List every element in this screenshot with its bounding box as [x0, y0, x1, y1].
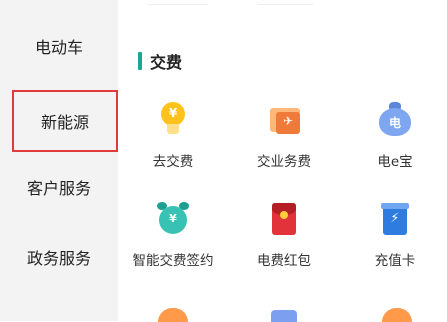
main-content: 交费 ¥ 去交费 ✈ 交业务费 电 电e宝 ¥ 智能交费签约 电费红包 ⚡ 充值… [118, 0, 447, 322]
section-accent-bar [138, 52, 142, 70]
tile-smart-pay-contract[interactable]: ¥ 智能交费签约 [118, 201, 228, 271]
previous-tile-edge [148, 0, 208, 5]
bulb-yen-icon: ¥ [155, 102, 191, 138]
sidebar-item-label: 政务服务 [26, 249, 91, 268]
sidebar-item-new-energy[interactable]: 新能源 [12, 90, 118, 152]
tile-label: 充值卡 [374, 253, 416, 269]
sidebar-item-government-service[interactable]: 政务服务 [0, 233, 118, 281]
tile-go-pay[interactable]: ¥ 去交费 [118, 102, 228, 172]
tile-e-bao[interactable]: 电 电e宝 [340, 102, 447, 172]
sidebar-item-customer-service[interactable]: 客户服务 [0, 163, 118, 211]
sidebar-item-label: 电动车 [34, 38, 83, 57]
alarm-clock-icon: ¥ [155, 201, 191, 237]
tile-label: 去交费 [152, 154, 194, 170]
tile-label: 智能交费签约 [132, 253, 214, 269]
tile-recharge-card[interactable]: ⚡ 充值卡 [340, 201, 447, 271]
tile-label: 交业务费 [257, 154, 311, 170]
piggy-bank-icon[interactable] [158, 308, 188, 322]
paper-plane-icon: ✈ [266, 102, 302, 138]
money-bag-icon: 电 [377, 102, 413, 138]
tile-business-fee[interactable]: ✈ 交业务费 [229, 102, 339, 172]
red-envelope-icon [266, 201, 302, 237]
previous-tile-edge [258, 0, 313, 5]
coin-bag-icon[interactable] [382, 308, 412, 322]
category-sidebar: 电动车 新能源 客户服务 政务服务 [0, 0, 118, 321]
sidebar-item-electric-vehicle[interactable]: 电动车 [0, 22, 118, 70]
tile-label: 电e宝 [377, 154, 413, 170]
section-title: 交费 [150, 53, 183, 72]
sidebar-item-label: 新能源 [40, 113, 89, 132]
wallet-icon[interactable] [271, 310, 297, 322]
sidebar-item-label: 客户服务 [26, 179, 91, 198]
tile-label: 电费红包 [257, 253, 311, 269]
section-header: 交费 [138, 50, 182, 72]
recharge-card-icon: ⚡ [377, 201, 413, 237]
tile-red-packet[interactable]: 电费红包 [229, 201, 339, 271]
